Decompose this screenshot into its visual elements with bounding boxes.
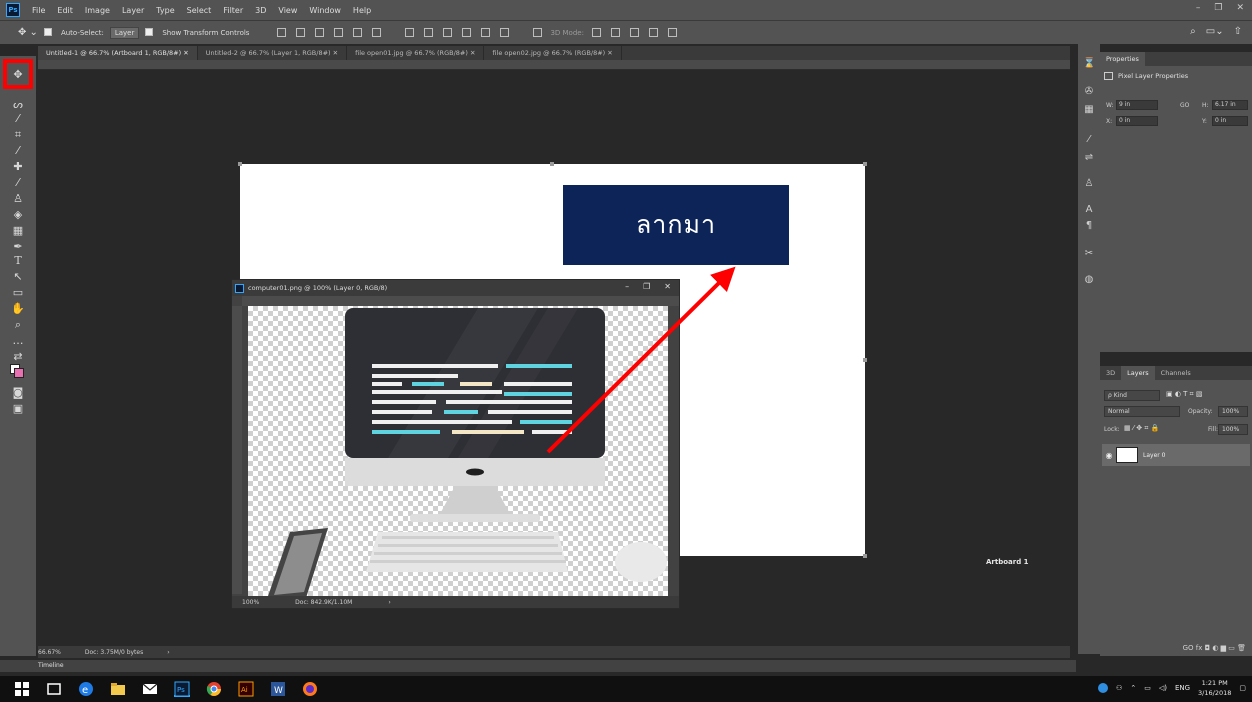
firefox-icon[interactable] [302, 681, 318, 697]
edge-browser-icon[interactable]: e [78, 681, 94, 697]
history-icon[interactable]: ⌛ [1083, 58, 1095, 70]
people-icon[interactable]: ⚇ [1116, 684, 1122, 692]
svg-text:Ai: Ai [241, 686, 248, 694]
task-view-icon[interactable] [46, 681, 62, 697]
windows-start-icon[interactable] [14, 681, 30, 697]
language-indicator[interactable]: ENG [1175, 684, 1190, 692]
layer-filter-icons[interactable]: ▣ ◐ T ⌗ ▧ [1166, 390, 1202, 399]
eye-icon[interactable]: ◉ [1102, 451, 1116, 460]
tab-properties[interactable]: Properties [1100, 52, 1145, 66]
clock-time: 1:21 PM [1201, 679, 1228, 687]
taskbar-clock[interactable]: 1:21 PM 3/16/2018 [1198, 678, 1231, 698]
x-label: X: [1106, 118, 1113, 125]
layer-thumbnail [1116, 447, 1138, 463]
layer-row[interactable]: ◉ Layer 0 [1102, 444, 1250, 466]
tab-channels[interactable]: Channels [1155, 366, 1197, 380]
drag-arrow-overlay [546, 266, 736, 454]
file-explorer-icon[interactable] [110, 681, 126, 697]
svg-text:W: W [274, 686, 283, 696]
width-field[interactable]: 9 in [1116, 100, 1158, 110]
paragraph-icon[interactable]: ¶ [1083, 220, 1095, 232]
tray-app-icon[interactable] [1098, 683, 1109, 693]
lock-icons[interactable]: ▦ ⁄ ✥ ⌗ 🔒 [1124, 424, 1159, 433]
link-dimensions-icon[interactable]: GO [1180, 102, 1189, 109]
tab-layers[interactable]: Layers [1121, 366, 1155, 380]
drag-arrow [546, 266, 736, 454]
layers-bottom-bar[interactable]: GO fx ◘ ◐ ▆ ▭ 🗑 [1100, 644, 1252, 656]
properties-panel: Properties Pixel Layer Properties W: 9 i… [1100, 52, 1252, 352]
illustrator-icon[interactable]: Ai [238, 681, 254, 697]
notifications-icon[interactable]: ▢ [1239, 684, 1246, 692]
y-label: Y: [1202, 118, 1207, 125]
height-field[interactable]: 6.17 in [1212, 100, 1248, 110]
status-arrow[interactable]: › [167, 649, 169, 656]
3d-icon[interactable]: ✇ [1083, 86, 1095, 98]
layers-tabbar: 3D Layers Channels [1100, 366, 1252, 380]
adjustments-icon[interactable]: ▦ [1083, 104, 1095, 116]
opacity-field[interactable]: 100% [1218, 406, 1248, 417]
properties-header: Pixel Layer Properties [1104, 72, 1188, 80]
clone-source-icon[interactable]: ♙ [1083, 178, 1095, 190]
pixel-layer-icon [1104, 72, 1113, 80]
layers-panel: 3D Layers Channels ρ Kind ▣ ◐ T ⌗ ▧ Norm… [1100, 366, 1252, 656]
word-icon[interactable]: W [270, 681, 286, 697]
y-field[interactable]: 0 in [1212, 116, 1248, 126]
adjust-layers-icon[interactable]: ⇌ [1083, 152, 1095, 164]
mail-icon[interactable] [142, 681, 158, 697]
system-tray: ⚇ ⌃ ▭ ◁) ENG 1:21 PM 3/16/2018 ▢ [1098, 678, 1246, 698]
x-field[interactable]: 0 in [1116, 116, 1158, 126]
volume-icon[interactable]: ◁) [1159, 684, 1167, 692]
chrome-icon[interactable] [206, 681, 222, 697]
properties-tabbar: Properties [1100, 52, 1252, 66]
width-label: W: [1106, 102, 1114, 109]
svg-text:e: e [82, 685, 88, 696]
zoom-level[interactable]: 66.67% [38, 649, 61, 656]
brushes-icon[interactable]: ⁄ [1083, 134, 1095, 146]
blend-mode-dropdown[interactable]: Normal [1104, 406, 1180, 417]
tab-3d[interactable]: 3D [1100, 366, 1121, 380]
tray-chevron-icon[interactable]: ⌃ [1130, 684, 1136, 692]
tab-timeline[interactable]: Timeline [38, 660, 64, 672]
character-icon[interactable]: A [1083, 204, 1095, 216]
battery-icon[interactable]: ▭ [1144, 684, 1151, 692]
clock-date: 3/16/2018 [1198, 689, 1232, 697]
fill-label: Fill: [1208, 426, 1219, 433]
layer-name[interactable]: Layer 0 [1143, 452, 1165, 459]
photoshop-window: Ps File Edit Image Layer Type Select Fil… [0, 0, 1252, 702]
photoshop-taskbar-icon[interactable]: Ps [174, 681, 190, 697]
svg-text:Ps: Ps [177, 686, 185, 694]
properties-header-text: Pixel Layer Properties [1118, 72, 1189, 80]
lock-label: Lock: [1104, 426, 1120, 433]
3d-material-icon[interactable]: ◍ [1083, 274, 1095, 286]
layer-kind-filter[interactable]: ρ Kind [1104, 390, 1160, 401]
fill-field[interactable]: 100% [1218, 424, 1248, 435]
panel-icon-strip: ⌛ ✇ ▦ ⁄ ⇌ ♙ A ¶ ✂ ◍ [1078, 44, 1100, 654]
windows-taskbar: e Ps Ai W ⚇ ⌃ ▭ ◁) ENG 1:21 PM 3/16/2018… [0, 676, 1252, 702]
doc-size: Doc: 3.75M/0 bytes [84, 648, 144, 656]
tools-preset-icon[interactable]: ✂ [1083, 248, 1095, 260]
opacity-label: Opacity: [1188, 408, 1213, 415]
height-label: H: [1202, 102, 1209, 109]
timeline-bar: Timeline [0, 660, 1076, 672]
status-bar: 66.67% Doc: 3.75M/0 bytes › [38, 646, 1070, 658]
